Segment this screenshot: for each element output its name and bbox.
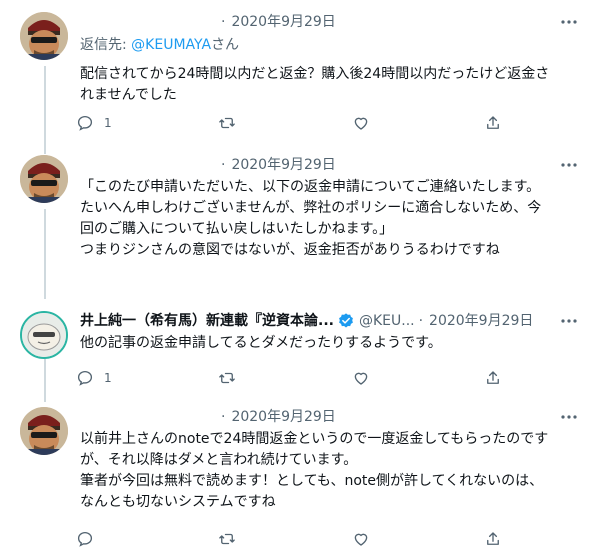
share-icon xyxy=(487,371,499,384)
tweet-text-line: 「このたび申請いただいた、以下の返金申請についてご連絡いたします。 xyxy=(80,179,541,195)
share-icon xyxy=(487,116,499,129)
reply-button[interactable]: 1 xyxy=(76,113,112,133)
more-icon[interactable] xyxy=(559,313,579,329)
like-icon xyxy=(354,372,368,385)
tweet-actions xyxy=(76,529,516,549)
tweet-date[interactable]: 2020年9月29日 xyxy=(231,12,335,32)
like-button[interactable] xyxy=(352,529,370,549)
tweet-actions: 1 xyxy=(76,368,516,388)
retweet-button[interactable] xyxy=(218,368,236,388)
like-icon xyxy=(354,533,368,546)
tweet-header: · 2020年9月29日 xyxy=(217,407,336,427)
reply-icon xyxy=(77,370,93,386)
like-button[interactable] xyxy=(352,368,370,388)
retweet-icon xyxy=(219,533,235,545)
avatar-image xyxy=(20,407,68,455)
like-button[interactable] xyxy=(352,113,370,133)
tweet-header: 井上純一（希有馬）新連載『逆資本論... @KEU... · 2020年9月29… xyxy=(80,311,533,331)
more-icon[interactable] xyxy=(559,409,579,425)
author-handle[interactable]: @KEU... xyxy=(359,311,415,331)
header-separator: · xyxy=(221,157,226,173)
tweet-text-line: つまりジンさんの意図ではないが、返金拒否がありうるわけですね xyxy=(80,242,500,258)
reply-mention-link[interactable]: @KEUMAYA xyxy=(131,37,211,53)
author-name[interactable]: 井上純一（希有馬）新連載『逆資本論... xyxy=(80,311,334,331)
share-button[interactable] xyxy=(484,368,502,388)
tweet-text: 以前井上さんのnoteで24時間返金というので一度返金してもらったのです が、そ… xyxy=(80,429,580,513)
reply-count: 1 xyxy=(104,116,112,130)
tweet-actions: 1 xyxy=(76,113,516,133)
retweet-icon xyxy=(219,372,235,384)
avatar[interactable] xyxy=(20,407,68,455)
share-button[interactable] xyxy=(484,529,502,549)
tweet-text-line: 他の記事の返金申請してるとダメだったりするようです。 xyxy=(80,335,442,351)
tweet-header: · 2020年9月29日 xyxy=(217,12,336,32)
reply-icon xyxy=(77,115,93,131)
tweet-header: · 2020年9月29日 xyxy=(217,155,336,175)
tweet-text-line: れませんでした xyxy=(80,87,177,103)
verified-badge-icon xyxy=(339,313,353,328)
tweet-text-line: 筆者が今回は無料で読めます！としても、note側が許してくれないのは、 xyxy=(80,473,544,489)
retweet-icon xyxy=(219,117,235,129)
tweet-text: 配信されてから24時間以内だと返金？購入後24時間以内だったけど返金さ れません… xyxy=(80,64,580,106)
share-button[interactable] xyxy=(484,113,502,133)
header-separator: · xyxy=(221,14,226,30)
tweet-text-line: たいへん申しわけございませんが、弊社のポリシーに適合しないため、今 xyxy=(80,200,542,216)
tweet[interactable]: · 2020年9月29日 返信先: @KEUMAYAさん 配信されてから24時間… xyxy=(0,12,595,142)
avatar[interactable] xyxy=(20,311,68,359)
tweet-text-line: が、それ以降はダメと言われ続けています。 xyxy=(80,452,358,468)
reply-button[interactable]: 1 xyxy=(76,368,112,388)
tweet-date[interactable]: 2020年9月29日 xyxy=(231,407,335,427)
reply-icon xyxy=(77,531,93,547)
retweet-button[interactable] xyxy=(218,113,236,133)
tweet-date[interactable]: 2020年9月29日 xyxy=(429,311,533,331)
reply-count: 1 xyxy=(104,371,112,385)
header-separator: · xyxy=(221,409,226,425)
tweet[interactable]: 井上純一（希有馬）新連載『逆資本論... @KEU... · 2020年9月29… xyxy=(0,311,595,391)
avatar[interactable] xyxy=(20,155,68,203)
reply-to-suffix: さん xyxy=(211,37,240,53)
tweet[interactable]: · 2020年9月29日 「このたび申請いただいた、以下の返金申請についてご連絡… xyxy=(0,155,595,295)
more-icon[interactable] xyxy=(559,14,579,30)
retweet-button[interactable] xyxy=(218,529,236,549)
tweet-text-line: 以前井上さんのnoteで24時間返金というので一度返金してもらったのです xyxy=(80,431,549,447)
reply-to-prefix: 返信先: xyxy=(80,37,132,53)
reply-button[interactable] xyxy=(76,529,104,549)
tweet-date[interactable]: 2020年9月29日 xyxy=(231,155,335,175)
reply-to-line: 返信先: @KEUMAYAさん xyxy=(80,35,239,55)
more-icon[interactable] xyxy=(559,157,579,173)
like-icon xyxy=(354,117,368,130)
tweet-text-line: なんとも切ないシステムですね xyxy=(80,494,276,510)
avatar-image xyxy=(22,313,66,357)
tweet-text-line: 回のご購入について払い戻しはいたしかねます。」 xyxy=(80,221,394,237)
header-separator: · xyxy=(418,313,424,329)
tweet[interactable]: · 2020年9月29日 以前井上さんのnoteで24時間返金というので一度返金… xyxy=(0,407,595,549)
tweet-text: 「このたび申請いただいた、以下の返金申請についてご連絡いたします。 たいへん申し… xyxy=(80,177,580,261)
tweet-text-line: 配信されてから24時間以内だと返金？購入後24時間以内だったけど返金さ xyxy=(80,66,550,82)
avatar-image xyxy=(20,155,68,203)
share-icon xyxy=(487,532,499,545)
avatar-image xyxy=(20,12,68,60)
tweet-text: 他の記事の返金申請してるとダメだったりするようです。 xyxy=(80,333,580,354)
avatar[interactable] xyxy=(20,12,68,60)
